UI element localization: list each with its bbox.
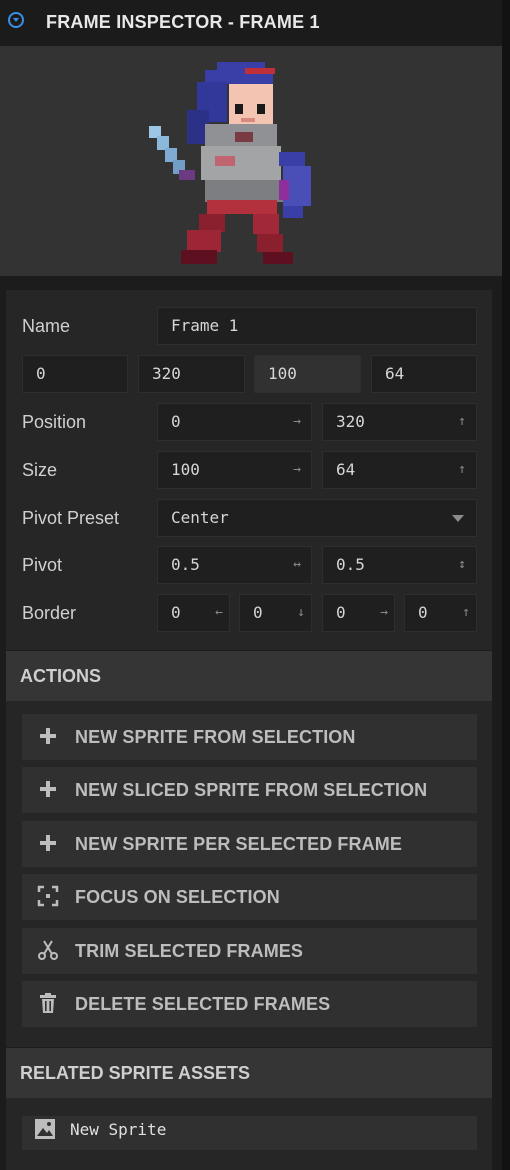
related-assets-section-header[interactable]: RELATED SPRITE ASSETS (6, 1048, 492, 1098)
chevron-down-icon (452, 515, 464, 522)
action-label: FOCUS ON SELECTION (75, 887, 280, 907)
related-assets-header-label: RELATED SPRITE ASSETS (20, 1063, 251, 1083)
rect-x-value: 0 (36, 364, 46, 383)
pivot-preset-label: Pivot Preset (22, 508, 120, 528)
position-y-field[interactable]: 320 ↑ (322, 403, 477, 441)
position-x-value: 0 (171, 412, 181, 431)
size-label: Size (22, 460, 58, 480)
inspector-titlebar: FRAME INSPECTOR - FRAME 1 (0, 0, 502, 46)
sprite-image (149, 62, 311, 264)
related-asset-label: New Sprite (70, 1120, 167, 1139)
border-top-value: 0 (418, 603, 428, 622)
action-label: TRIM SELECTED FRAMES (75, 941, 304, 961)
rect-x-field[interactable]: 0 (22, 355, 128, 393)
name-value: Frame 1 (171, 316, 239, 335)
rect-y-value: 320 (152, 364, 181, 383)
new-sliced-sprite-from-selection-button[interactable]: NEW SLICED SPRITE FROM SELECTION (22, 767, 477, 813)
delete-selected-frames-button[interactable]: DELETE SELECTED FRAMES (22, 981, 477, 1027)
border-label: Border (22, 603, 77, 623)
related-asset-item[interactable]: New Sprite (22, 1116, 477, 1150)
actions-section-header[interactable]: ACTIONS (6, 651, 492, 701)
arrow-right-icon: → (293, 414, 301, 429)
arrow-down-icon: ↓ (297, 605, 305, 620)
arrow-up-icon: ↑ (458, 462, 466, 477)
panel-edge (502, 0, 510, 1170)
arrow-right-icon: → (380, 605, 388, 620)
focus-icon (37, 885, 59, 907)
border-left-field[interactable]: 0 ← (157, 594, 230, 632)
action-label: DELETE SELECTED FRAMES (75, 994, 331, 1014)
border-right-value: 0 (336, 603, 346, 622)
collapse-toggle-icon[interactable] (8, 12, 24, 28)
name-label: Name (22, 316, 71, 336)
rect-w-field[interactable]: 100 (254, 355, 361, 393)
arrow-up-icon: ↑ (462, 605, 470, 620)
action-label: NEW SPRITE FROM SELECTION (75, 727, 356, 747)
arrow-horizontal-icon: ↔ (293, 557, 301, 572)
position-y-value: 320 (336, 412, 365, 431)
size-w-value: 100 (171, 460, 200, 479)
actions-header-label: ACTIONS (20, 666, 101, 686)
pivot-preset-dropdown[interactable]: Center (157, 499, 477, 537)
scissors-icon (38, 940, 58, 960)
border-bottom-value: 0 (253, 603, 263, 622)
arrow-vertical-icon: ↕ (458, 557, 466, 572)
size-h-value: 64 (336, 460, 356, 479)
action-label: NEW SLICED SPRITE FROM SELECTION (75, 780, 428, 800)
frame-preview (0, 46, 502, 276)
rect-y-field[interactable]: 320 (138, 355, 245, 393)
pivot-y-field[interactable]: 0.5 ↕ (322, 546, 477, 584)
pivot-preset-value: Center (171, 508, 229, 527)
rect-w-value: 100 (268, 364, 297, 383)
pivot-x-value: 0.5 (171, 555, 200, 574)
focus-on-selection-button[interactable]: FOCUS ON SELECTION (22, 874, 477, 920)
pivot-label: Pivot (22, 555, 63, 575)
arrow-up-icon: ↑ (458, 414, 466, 429)
rect-h-field[interactable]: 64 (371, 355, 477, 393)
plus-icon (40, 835, 56, 851)
image-icon (35, 1119, 55, 1139)
pivot-x-field[interactable]: 0.5 ↔ (157, 546, 312, 584)
rect-h-value: 64 (385, 364, 405, 383)
border-top-field[interactable]: 0 ↑ (404, 594, 477, 632)
inspector-title: FRAME INSPECTOR - FRAME 1 (46, 12, 320, 32)
plus-icon (40, 781, 56, 797)
size-h-field[interactable]: 64 ↑ (322, 451, 477, 489)
position-label: Position (22, 412, 87, 432)
arrow-left-icon: ← (215, 605, 223, 620)
name-field[interactable]: Frame 1 (157, 307, 477, 345)
border-bottom-field[interactable]: 0 ↓ (239, 594, 312, 632)
arrow-right-icon: → (293, 462, 301, 477)
action-label: NEW SPRITE PER SELECTED FRAME (75, 834, 402, 854)
trash-icon (40, 993, 56, 1013)
size-w-field[interactable]: 100 → (157, 451, 312, 489)
border-left-value: 0 (171, 603, 181, 622)
border-right-field[interactable]: 0 → (322, 594, 395, 632)
position-x-field[interactable]: 0 → (157, 403, 312, 441)
new-sprite-per-selected-frame-button[interactable]: NEW SPRITE PER SELECTED FRAME (22, 821, 477, 867)
plus-icon (40, 728, 56, 744)
trim-selected-frames-button[interactable]: TRIM SELECTED FRAMES (22, 928, 477, 974)
new-sprite-from-selection-button[interactable]: NEW SPRITE FROM SELECTION (22, 714, 477, 760)
pivot-y-value: 0.5 (336, 555, 365, 574)
